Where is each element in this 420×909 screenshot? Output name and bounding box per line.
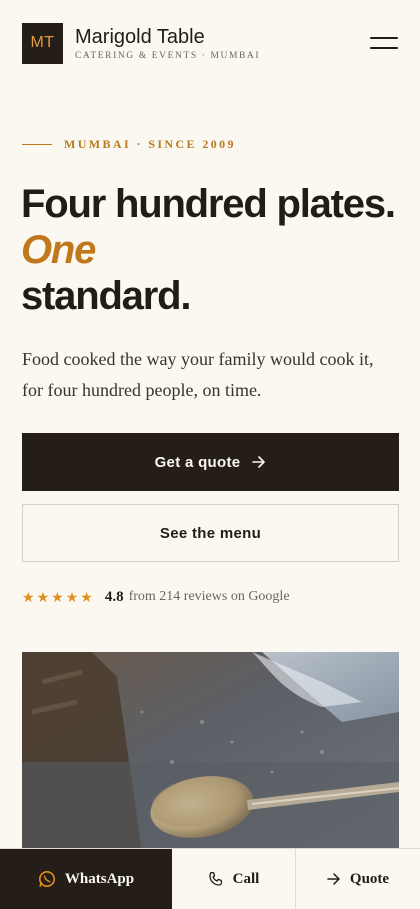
- photo-serving-spoons: [22, 652, 399, 852]
- hero-headline: Four hundred plates. One standard.: [21, 181, 401, 319]
- phone-icon: [208, 871, 224, 887]
- headline-accent: One: [21, 228, 96, 272]
- headline-part2: standard.: [21, 274, 191, 318]
- call-label: Call: [232, 870, 260, 887]
- star-icon: ★: [80, 588, 93, 605]
- get-quote-button[interactable]: Get a quote: [22, 433, 399, 491]
- brand[interactable]: Marigold Table CATERING & EVENTS · MUMBA…: [75, 26, 260, 61]
- star-icon: ★: [36, 588, 50, 605]
- star-icon: ★: [22, 588, 35, 605]
- whatsapp-button[interactable]: WhatsApp: [0, 849, 172, 909]
- hamburger-menu-icon[interactable]: [370, 35, 398, 51]
- rating-text: from 214 reviews on Google: [128, 589, 290, 604]
- get-quote-label: Get a quote: [154, 453, 241, 471]
- star-rating: ★ ★ ★ ★ ★: [22, 589, 93, 606]
- google-rating: ★ ★ ★ ★ ★ 4.8 from 214 reviews on Google: [22, 586, 290, 608]
- quote-button[interactable]: Quote: [296, 849, 420, 909]
- hero-photo: [22, 652, 399, 852]
- site-header: MT Marigold Table CATERING & EVENTS · MU…: [22, 22, 398, 64]
- brand-name: Marigold Table: [75, 25, 205, 48]
- arrow-right-icon: [327, 873, 341, 885]
- whatsapp-icon: [38, 870, 56, 888]
- eyebrow: MUMBAI · SINCE 2009: [22, 137, 236, 152]
- star-icon: ★: [65, 588, 79, 605]
- hero-subtext: Food cooked the way your family would co…: [22, 349, 374, 400]
- menu-line: [370, 37, 398, 39]
- see-menu-button[interactable]: See the menu: [22, 504, 399, 562]
- whatsapp-label: WhatsApp: [64, 870, 135, 887]
- logo-mark[interactable]: MT: [22, 22, 63, 64]
- see-menu-label: See the menu: [159, 524, 262, 542]
- quote-label: Quote: [349, 870, 390, 887]
- bottom-action-bar: WhatsApp Call Quote: [0, 848, 420, 909]
- eyebrow-rule: [22, 143, 52, 146]
- headline-part1: Four hundred plates.: [21, 182, 396, 226]
- arrow-right-icon: [252, 452, 266, 473]
- call-button[interactable]: Call: [172, 849, 296, 909]
- menu-line: [370, 47, 398, 49]
- star-icon: ★: [51, 588, 64, 605]
- eyebrow-text: MUMBAI · SINCE 2009: [64, 137, 236, 151]
- brand-tagline: CATERING & EVENTS · MUMBAI: [75, 50, 261, 61]
- rating-score: 4.8: [104, 588, 124, 605]
